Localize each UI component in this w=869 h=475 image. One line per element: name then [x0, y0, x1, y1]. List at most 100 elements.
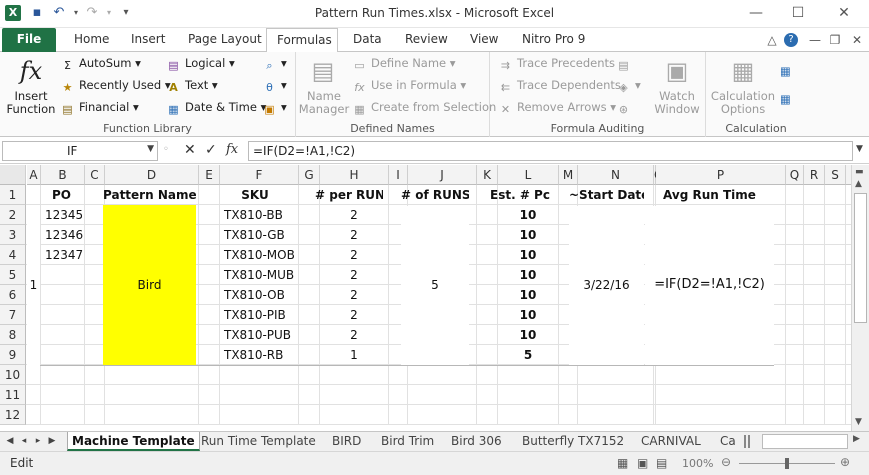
zoom-level[interactable]: 100%: [682, 457, 713, 470]
column-header-d[interactable]: D: [105, 165, 199, 185]
row-header-8[interactable]: 8: [0, 325, 26, 345]
row-header-12[interactable]: 12: [0, 405, 26, 425]
define-name-button[interactable]: ▭ Define Name ▾: [352, 56, 455, 73]
row-header-6[interactable]: 6: [0, 285, 26, 305]
cell-est-pcs[interactable]: 10: [498, 325, 558, 345]
lookup-reference-button[interactable]: ⌕ ▾: [262, 56, 286, 73]
name-manager-button[interactable]: Name Manager: [298, 90, 350, 116]
column-header-i[interactable]: I: [389, 165, 408, 185]
trace-precedents-button[interactable]: ⇉ Trace Precedents: [498, 56, 615, 73]
name-box-dropdown-icon[interactable]: ▼: [147, 144, 154, 154]
split-box-icon[interactable]: ▬: [855, 167, 864, 177]
tab-formulas[interactable]: Formulas: [266, 28, 338, 53]
cell-po[interactable]: 12346: [41, 225, 84, 245]
workbook-close-icon[interactable]: ✕: [848, 31, 866, 49]
insert-function-fx-icon[interactable]: fx: [226, 142, 238, 157]
header-start-date[interactable]: ~Start Date: [569, 185, 644, 205]
cell-per-run[interactable]: 2: [320, 265, 388, 285]
create-from-selection-button[interactable]: ▦ Create from Selection: [352, 100, 496, 117]
page-break-view-icon[interactable]: ▤: [656, 456, 667, 470]
sheet-tab-bird-306[interactable]: Bird 306: [447, 432, 506, 451]
column-header-h[interactable]: H: [320, 165, 389, 185]
header-per-run[interactable]: # per RUN: [315, 185, 383, 205]
cancel-icon[interactable]: ✕: [184, 142, 196, 158]
tab-home[interactable]: Home: [64, 28, 119, 52]
column-header-s[interactable]: S: [825, 165, 846, 185]
row-header-3[interactable]: 3: [0, 225, 26, 245]
cell-est-pcs[interactable]: 10: [498, 245, 558, 265]
sheet-tab-bird-trim[interactable]: Bird Trim: [377, 432, 438, 451]
first-sheet-icon[interactable]: ◀: [4, 433, 16, 450]
collapse-ribbon-icon[interactable]: △: [763, 31, 781, 49]
error-checking-button[interactable]: ◈ ▾: [616, 78, 641, 95]
column-header-k[interactable]: K: [477, 165, 498, 185]
cell-sku[interactable]: TX810-OB: [220, 285, 298, 305]
cell-sku[interactable]: TX810-PUB: [220, 325, 298, 345]
next-sheet-icon[interactable]: ▸: [32, 433, 44, 450]
formula-input[interactable]: =IF(D2=!A1,!C2): [248, 141, 853, 161]
header-num-runs[interactable]: # of RUNS: [401, 185, 469, 205]
cell-sku[interactable]: TX810-MUB: [220, 265, 298, 285]
date-time-button[interactable]: ▦ Date & Time ▾: [166, 100, 266, 117]
row-header-4[interactable]: 4: [0, 245, 26, 265]
expand-formula-bar-icon[interactable]: ▼: [856, 144, 863, 154]
more-functions-button[interactable]: ▣ ▾: [262, 100, 286, 117]
remove-arrows-button[interactable]: ✕ Remove Arrows ▾: [498, 100, 616, 117]
cell-est-pcs[interactable]: 10: [498, 305, 558, 325]
calculate-sheet-icon[interactable]: ▦: [780, 92, 791, 106]
row-header-11[interactable]: 11: [0, 385, 26, 405]
cell-po[interactable]: 12347: [41, 245, 84, 265]
calculation-options-button[interactable]: Calculation Options: [710, 90, 776, 116]
name-box[interactable]: IF ▼: [2, 141, 158, 161]
cell-per-run[interactable]: 1: [320, 345, 388, 365]
logical-button[interactable]: ▤ Logical ▾: [166, 56, 234, 73]
page-layout-view-icon[interactable]: ▣: [637, 456, 648, 470]
zoom-slider-thumb[interactable]: [785, 458, 789, 469]
cell-po[interactable]: 12345: [41, 205, 84, 225]
normal-view-icon[interactable]: ▦: [617, 456, 628, 470]
zoom-in-icon[interactable]: ⊕: [840, 455, 850, 469]
cell-per-run[interactable]: 2: [320, 205, 388, 225]
cell-avg-run-time[interactable]: =IF(D2=!A1,!C2): [645, 275, 774, 295]
header-sku[interactable]: SKU: [216, 185, 294, 205]
scroll-down-icon[interactable]: ▼: [855, 417, 862, 427]
tab-view[interactable]: View: [460, 28, 508, 52]
watch-window-button[interactable]: Watch Window: [650, 90, 704, 116]
header-avg-run-time[interactable]: Avg Run Time: [645, 185, 774, 205]
column-header-l[interactable]: L: [498, 165, 559, 185]
tab-nitro-pro[interactable]: Nitro Pro 9: [512, 28, 595, 52]
column-header-n[interactable]: N: [578, 165, 654, 185]
cell-num-runs[interactable]: 5: [401, 275, 469, 295]
scroll-up-icon[interactable]: ▲: [855, 179, 862, 189]
sheet-tab-bird[interactable]: BIRD: [328, 432, 365, 451]
worksheet-grid[interactable]: ABCDEFGHIJKLMNOPQRSTU 123456789101112 PO…: [0, 165, 851, 431]
sheet-tab-carnival[interactable]: CARNIVAL: [637, 432, 705, 451]
cell-per-run[interactable]: 2: [320, 245, 388, 265]
column-header-q[interactable]: Q: [786, 165, 804, 185]
sheet-tab-butterfly[interactable]: Butterfly TX7152: [518, 432, 628, 451]
cell-est-pcs[interactable]: 10: [498, 225, 558, 245]
header-est-pcs[interactable]: Est. # Pcs: [490, 185, 550, 205]
cell-est-pcs[interactable]: 10: [498, 205, 558, 225]
evaluate-formula-button[interactable]: ⊛: [616, 100, 635, 117]
column-header-r[interactable]: R: [804, 165, 825, 185]
vertical-scrollbar[interactable]: ▬ ▲ ▼: [851, 165, 869, 431]
calculate-now-icon[interactable]: ▦: [780, 64, 791, 78]
tab-review[interactable]: Review: [395, 28, 458, 52]
prev-sheet-icon[interactable]: ◂: [18, 433, 30, 450]
sheet-tab-run-time-template[interactable]: Run Time Template: [197, 432, 320, 451]
row-header-2[interactable]: 2: [0, 205, 26, 225]
row-header-1[interactable]: 1: [0, 185, 26, 205]
scroll-right-icon[interactable]: ▶: [853, 434, 860, 444]
scroll-thumb[interactable]: [854, 193, 867, 323]
column-header-f[interactable]: F: [220, 165, 299, 185]
cell-a-merged[interactable]: 1: [27, 275, 40, 295]
cell-est-pcs[interactable]: 10: [498, 285, 558, 305]
sheet-tab-ca[interactable]: Ca: [716, 432, 740, 451]
cell-sku[interactable]: TX810-MOB: [220, 245, 298, 265]
cell-sku[interactable]: TX810-PIB: [220, 305, 298, 325]
sheet-tab-machine-template[interactable]: Machine Template: [67, 432, 200, 451]
tab-insert[interactable]: Insert: [121, 28, 175, 52]
help-icon[interactable]: ?: [784, 33, 798, 47]
cell-per-run[interactable]: 2: [320, 285, 388, 305]
